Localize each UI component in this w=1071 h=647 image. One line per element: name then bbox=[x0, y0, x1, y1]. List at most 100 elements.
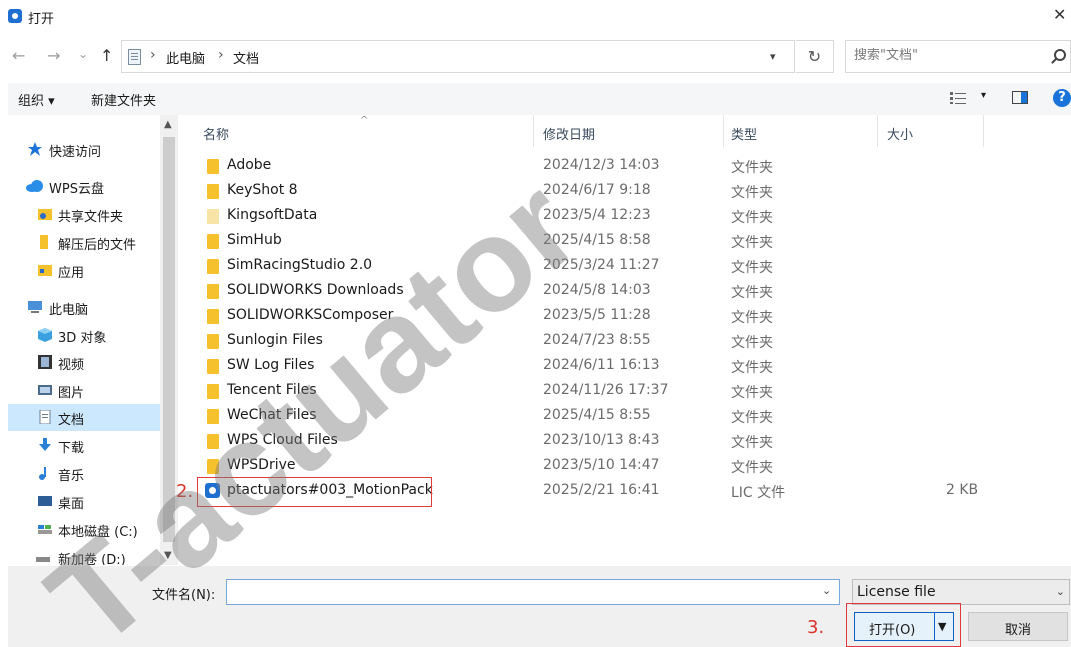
open-button-label: 打开(O) bbox=[869, 623, 916, 638]
filename-input[interactable] bbox=[231, 583, 811, 598]
sidebar-item-video[interactable]: 视频 bbox=[8, 349, 160, 376]
column-header-name[interactable]: 名称 bbox=[203, 124, 229, 143]
sidebar-item-label: 文档 bbox=[58, 413, 85, 428]
filetype-select[interactable]: License file ⌄ bbox=[852, 579, 1070, 605]
file-row[interactable]: WPSDrive 2023/5/10 14:47 文件夹 bbox=[190, 454, 1071, 479]
file-row[interactable]: WeChat Files 2025/4/15 8:55 文件夹 bbox=[190, 404, 1071, 429]
sort-indicator-icon: ^ bbox=[360, 115, 369, 126]
sidebar-item-label: 共享文件夹 bbox=[58, 210, 124, 225]
sidebar-item-quick-access[interactable]: 快速访问 bbox=[8, 136, 160, 163]
preview-pane-icon[interactable] bbox=[1012, 91, 1028, 108]
drive-icon bbox=[38, 525, 52, 534]
sidebar-item-label: 下载 bbox=[58, 441, 85, 456]
file-type: 文件夹 bbox=[731, 435, 773, 451]
recent-locations-icon[interactable]: ⌄ bbox=[78, 45, 88, 63]
open-dropdown-icon[interactable]: ▼ bbox=[938, 620, 946, 633]
sidebar-item-label: 桌面 bbox=[58, 497, 85, 512]
file-type: 文件夹 bbox=[731, 310, 773, 326]
file-type: 文件夹 bbox=[731, 235, 773, 251]
cancel-button[interactable]: 取消 bbox=[968, 612, 1068, 641]
help-icon[interactable]: ? bbox=[1053, 89, 1071, 107]
column-header-type[interactable]: 类型 bbox=[731, 124, 757, 143]
open-button[interactable]: 打开(O) ▼ bbox=[854, 612, 954, 641]
filename-field[interactable] bbox=[226, 579, 840, 605]
star-icon bbox=[28, 142, 42, 156]
up-icon[interactable]: ↑ bbox=[100, 47, 113, 65]
file-row[interactable]: Adobe 2024/12/3 14:03 文件夹 bbox=[190, 154, 1071, 179]
breadcrumb-this-pc[interactable]: 此电脑 bbox=[166, 48, 205, 67]
sidebar-item-music[interactable]: 音乐 bbox=[8, 460, 160, 487]
address-bar[interactable]: › 此电脑 › 文档 bbox=[121, 40, 795, 73]
file-type: 文件夹 bbox=[731, 285, 773, 301]
sidebar-item-shared-folder[interactable]: 共享文件夹 bbox=[8, 201, 160, 228]
file-type: 文件夹 bbox=[731, 385, 773, 401]
sidebar-item-desktop[interactable]: 桌面 bbox=[8, 488, 160, 515]
file-row[interactable]: SOLIDWORKS Downloads 2024/5/8 14:03 文件夹 bbox=[190, 279, 1071, 304]
folder-icon bbox=[207, 459, 219, 474]
file-name: Tencent Files bbox=[227, 382, 317, 398]
search-box[interactable] bbox=[845, 40, 1071, 73]
file-row[interactable]: KeyShot 8 2024/6/17 9:18 文件夹 bbox=[190, 179, 1071, 204]
file-date: 2024/7/23 8:55 bbox=[543, 332, 651, 348]
file-date: 2024/6/11 16:13 bbox=[543, 357, 660, 373]
column-divider[interactable] bbox=[533, 115, 534, 147]
organize-menu-button[interactable]: 组织 ▾ bbox=[18, 90, 55, 109]
3d-objects-icon bbox=[38, 328, 52, 342]
file-type: 文件夹 bbox=[731, 335, 773, 351]
sidebar-item-pictures[interactable]: 图片 bbox=[8, 377, 160, 404]
breadcrumb-documents[interactable]: 文档 bbox=[233, 48, 259, 67]
column-divider[interactable] bbox=[877, 115, 878, 147]
column-divider[interactable] bbox=[983, 115, 984, 147]
sidebar-item-downloads[interactable]: 下载 bbox=[8, 432, 160, 459]
view-dropdown-icon[interactable]: ▾ bbox=[981, 90, 986, 101]
file-date: 2023/10/13 8:43 bbox=[543, 432, 660, 448]
sidebar-item-label: 图片 bbox=[58, 386, 85, 401]
view-options-icon[interactable] bbox=[950, 92, 966, 108]
file-row[interactable]: SW Log Files 2024/6/11 16:13 文件夹 bbox=[190, 354, 1071, 379]
sidebar-item-wps-cloud[interactable]: WPS云盘 bbox=[8, 173, 160, 200]
column-header-size[interactable]: 大小 bbox=[887, 124, 913, 143]
scrollbar-thumb[interactable] bbox=[163, 137, 175, 542]
close-button[interactable]: ✕ bbox=[1053, 5, 1071, 25]
sidebar-item-extracted-files[interactable]: 解压后的文件 bbox=[8, 229, 160, 256]
highlight-box-license-file bbox=[197, 477, 432, 507]
sidebar-item-documents[interactable]: 文档 bbox=[8, 404, 160, 431]
search-input[interactable] bbox=[854, 48, 1044, 63]
breadcrumb-separator-icon: › bbox=[150, 47, 156, 63]
sidebar-item-drive-d[interactable]: 新加卷 (D:) bbox=[8, 544, 160, 565]
folder-icon bbox=[207, 409, 219, 424]
file-row[interactable]: Tencent Files 2024/11/26 17:37 文件夹 bbox=[190, 379, 1071, 404]
scroll-up-icon[interactable]: ▲ bbox=[164, 119, 172, 130]
scroll-down-icon[interactable]: ▼ bbox=[164, 550, 172, 561]
column-divider[interactable] bbox=[723, 115, 724, 147]
address-dropdown-icon[interactable]: ▾ bbox=[770, 50, 776, 63]
folder-icon bbox=[40, 235, 48, 249]
music-icon bbox=[39, 467, 46, 480]
back-icon[interactable]: ← bbox=[12, 47, 25, 65]
sidebar-item-3d-objects[interactable]: 3D 对象 bbox=[8, 322, 160, 349]
sidebar-item-apps[interactable]: 应用 bbox=[8, 257, 160, 284]
refresh-button[interactable]: ↻ bbox=[796, 40, 834, 73]
folder-icon bbox=[207, 209, 219, 224]
column-header-date[interactable]: 修改日期 bbox=[543, 124, 595, 143]
file-row[interactable]: SimHub 2025/4/15 8:58 文件夹 bbox=[190, 229, 1071, 254]
file-date: 2024/11/26 17:37 bbox=[543, 382, 669, 398]
file-row[interactable]: Sunlogin Files 2024/7/23 8:55 文件夹 bbox=[190, 329, 1071, 354]
folder-icon bbox=[207, 309, 219, 324]
search-icon[interactable] bbox=[1054, 49, 1066, 61]
file-type: 文件夹 bbox=[731, 210, 773, 226]
file-row[interactable]: SOLIDWORKSComposer 2023/5/5 11:28 文件夹 bbox=[190, 304, 1071, 329]
sidebar-item-label: 音乐 bbox=[58, 469, 85, 484]
sidebar-item-this-pc[interactable]: 此电脑 bbox=[8, 294, 160, 321]
sidebar-item-drive-c[interactable]: 本地磁盘 (C:) bbox=[8, 516, 160, 543]
download-icon bbox=[39, 438, 51, 451]
new-folder-button[interactable]: 新建文件夹 bbox=[91, 90, 156, 109]
file-name: SimRacingStudio 2.0 bbox=[227, 257, 373, 273]
forward-icon[interactable]: → bbox=[47, 47, 60, 65]
filename-dropdown-icon[interactable]: ⌄ bbox=[822, 584, 831, 597]
file-name: SOLIDWORKS Downloads bbox=[227, 282, 404, 298]
file-name: WPS Cloud Files bbox=[227, 432, 338, 448]
file-row[interactable]: SimRacingStudio 2.0 2025/3/24 11:27 文件夹 bbox=[190, 254, 1071, 279]
file-row[interactable]: WPS Cloud Files 2023/10/13 8:43 文件夹 bbox=[190, 429, 1071, 454]
file-row[interactable]: KingsoftData 2023/5/4 12:23 文件夹 bbox=[190, 204, 1071, 229]
